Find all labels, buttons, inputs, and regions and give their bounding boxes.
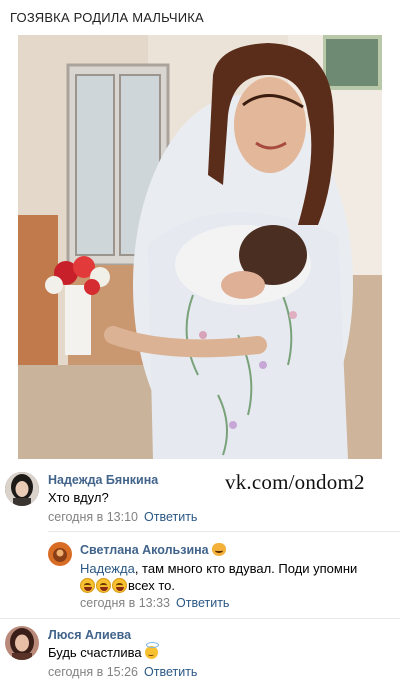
mention-link[interactable]: Надежда bbox=[80, 561, 135, 576]
photo-mother-with-newborn-icon bbox=[18, 35, 382, 459]
rolling-laughing-emoji-icon bbox=[80, 578, 95, 593]
smiling-cat-emoji-icon bbox=[211, 543, 226, 556]
avatar[interactable] bbox=[5, 472, 39, 506]
rolling-laughing-emoji-icon bbox=[96, 578, 111, 593]
comment-author[interactable]: Надежда Бянкина bbox=[48, 473, 158, 487]
angel-emoji-icon bbox=[144, 642, 159, 659]
avatar[interactable] bbox=[48, 542, 72, 566]
divider bbox=[0, 618, 400, 619]
comment-text: Хто вдул? bbox=[48, 490, 109, 505]
divider bbox=[48, 531, 400, 532]
comment-text: Будь счастлива bbox=[48, 642, 159, 660]
reply-button[interactable]: Ответить bbox=[144, 665, 197, 679]
avatar-photo-icon bbox=[48, 542, 72, 566]
comment-timestamp[interactable]: сегодня в 13:33 bbox=[80, 596, 170, 610]
comment-timestamp[interactable]: сегодня в 13:10 bbox=[48, 510, 138, 524]
avatar[interactable] bbox=[5, 626, 39, 660]
comment-text-line2: всех то. bbox=[80, 578, 175, 593]
reply-button[interactable]: Ответить bbox=[176, 596, 229, 610]
comment-meta: сегодня в 13:10 Ответить bbox=[48, 510, 197, 524]
post-photo[interactable] bbox=[18, 35, 382, 459]
comment-meta: сегодня в 15:26 Ответить bbox=[48, 665, 197, 679]
comment-text: Надежда, там много кто вдувал. Поди упом… bbox=[80, 561, 358, 576]
comment-meta: сегодня в 13:33 Ответить bbox=[80, 596, 229, 610]
post-title: ГОЗЯВКА РОДИЛА МАЛЬЧИКА bbox=[10, 10, 204, 25]
comment-author[interactable]: Светлана Акользина bbox=[80, 543, 226, 557]
reply-button[interactable]: Ответить bbox=[144, 510, 197, 524]
watermark: vk.com/ondom2 bbox=[225, 470, 365, 494]
comment-timestamp[interactable]: сегодня в 15:26 bbox=[48, 665, 138, 679]
rolling-laughing-emoji-icon bbox=[112, 578, 127, 593]
avatar-photo-icon bbox=[5, 472, 39, 506]
comment-author[interactable]: Люся Алиева bbox=[48, 628, 131, 642]
avatar-photo-icon bbox=[5, 626, 39, 660]
